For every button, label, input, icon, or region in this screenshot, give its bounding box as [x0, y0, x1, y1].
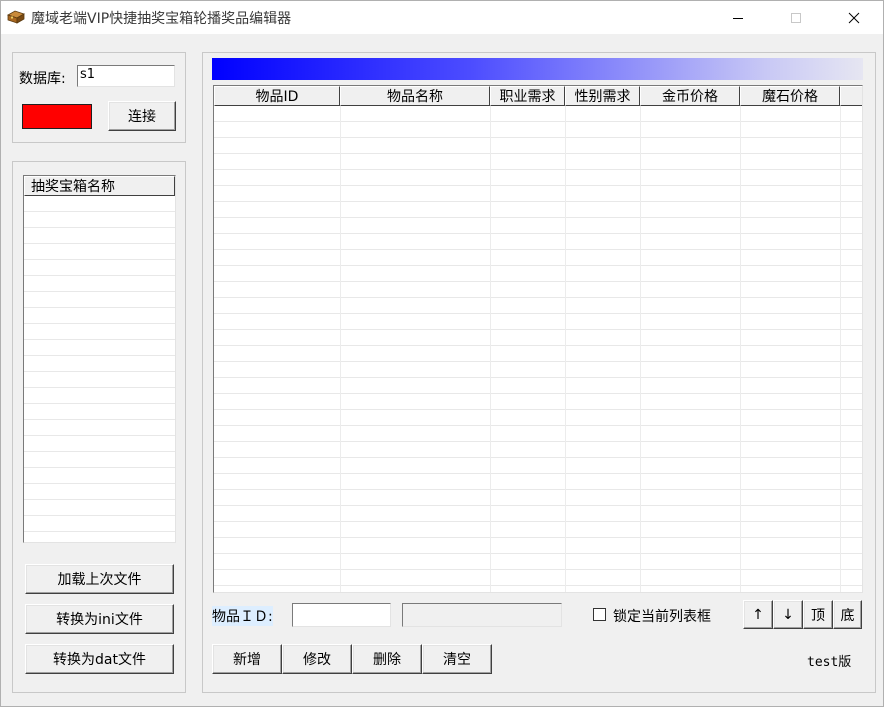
minimize-icon — [732, 12, 744, 24]
connection-status-indicator — [22, 104, 92, 129]
item-id-input[interactable] — [292, 603, 391, 627]
column-header-class-requirement[interactable]: 职业需求 — [490, 86, 565, 106]
column-divider — [490, 106, 491, 592]
convert-to-ini-button[interactable]: 转换为ini文件 — [25, 604, 174, 634]
convert-to-dat-button[interactable]: 转换为dat文件 — [25, 644, 174, 674]
editor-window: 魔域老端VIP快捷抽奖宝箱轮播奖品编辑器 数据库: s1 连接 抽奖宝箱名称 加… — [0, 0, 884, 707]
move-down-button[interactable]: ↓ — [773, 600, 803, 629]
maximize-icon — [790, 12, 802, 24]
move-bottom-button[interactable]: 底 — [833, 600, 862, 629]
item-name-display — [402, 603, 562, 627]
items-table-rows[interactable] — [214, 106, 862, 592]
modify-button[interactable]: 修改 — [282, 644, 352, 674]
database-label: 数据库: — [19, 68, 66, 88]
move-top-button[interactable]: 顶 — [803, 600, 833, 629]
window-title: 魔域老端VIP快捷抽奖宝箱轮播奖品编辑器 — [31, 8, 291, 28]
database-input[interactable]: s1 — [77, 65, 175, 87]
version-label: test版 — [807, 651, 851, 670]
delete-button[interactable]: 删除 — [352, 644, 422, 674]
column-divider — [340, 106, 341, 592]
lock-list-label[interactable]: 锁定当前列表框 — [613, 606, 711, 626]
move-up-button[interactable]: ↑ — [743, 600, 773, 629]
chest-list-rows[interactable] — [24, 196, 175, 542]
column-header-magic-stone-price[interactable]: 魔石价格 — [740, 86, 840, 106]
title-bar: 魔域老端VIP快捷抽奖宝箱轮播奖品编辑器 — [1, 1, 883, 34]
column-divider — [640, 106, 641, 592]
chest-name-column-header[interactable]: 抽奖宝箱名称 — [24, 176, 175, 196]
column-divider — [740, 106, 741, 592]
column-header-gender-requirement[interactable]: 性别需求 — [565, 86, 640, 106]
item-id-label: 物品ＩＤ: — [212, 606, 273, 626]
close-icon — [848, 12, 860, 24]
column-divider — [565, 106, 566, 592]
clear-button[interactable]: 清空 — [422, 644, 492, 674]
items-table[interactable]: 物品ID 物品名称 职业需求 性别需求 金币价格 魔石价格 — [213, 85, 863, 593]
column-header-gold-price[interactable]: 金币价格 — [640, 86, 740, 106]
treasure-chest-icon — [7, 10, 25, 24]
close-button[interactable] — [831, 1, 877, 34]
chest-list[interactable]: 抽奖宝箱名称 — [23, 175, 176, 543]
lock-list-checkbox[interactable] — [593, 608, 606, 621]
maximize-button[interactable] — [773, 1, 819, 34]
progress-bar — [212, 58, 863, 80]
connect-button[interactable]: 连接 — [108, 101, 176, 131]
column-header-item-id[interactable]: 物品ID — [214, 86, 340, 106]
add-button[interactable]: 新增 — [212, 644, 282, 674]
column-header-filler — [840, 86, 863, 106]
column-divider — [840, 106, 841, 592]
minimize-button[interactable] — [715, 1, 761, 34]
column-header-item-name[interactable]: 物品名称 — [340, 86, 490, 106]
load-last-file-button[interactable]: 加载上次文件 — [25, 564, 174, 594]
